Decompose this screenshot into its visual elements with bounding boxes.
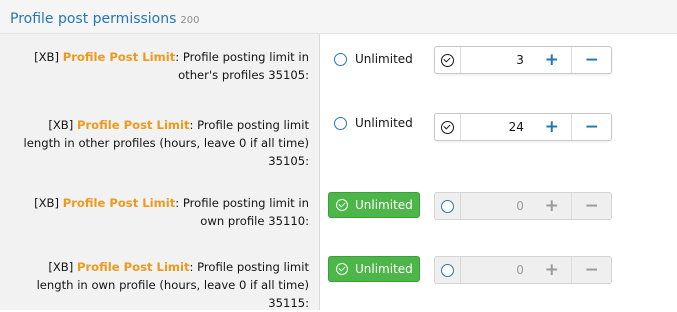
section-title: Profile post permissions [10,11,177,27]
permission-row: [XB] Profile Post Limit: Profile posting… [0,190,677,254]
permission-row: [XB] Profile Post Limit: Profile posting… [0,254,677,310]
unlimited-button[interactable]: Unlimited [328,192,420,218]
check-circle-icon [440,53,454,67]
limit-stepper: 24 + − [434,113,612,141]
unlimited-label: Unlimited [355,198,413,212]
check-circle-icon [440,120,454,134]
limit-input: 0 [460,257,532,283]
decrement-button: − [571,257,611,283]
label-text: : Profile posting limit in other's profi… [175,50,309,82]
limit-stepper: 3 + − [434,46,612,74]
limit-input[interactable]: 3 [461,47,532,73]
unlimited-button[interactable]: Unlimited [328,256,420,282]
limit-input: 0 [460,193,532,219]
permission-row: [XB] Profile Post Limit: Profile posting… [0,102,677,190]
label-text: : Profile posting limit in own profile 3… [175,196,309,228]
label-prefix: [XB] [48,118,77,132]
increment-button: + [544,196,559,216]
permission-rows: [XB] Profile Post Limit: Profile posting… [0,34,677,310]
increment-button: + [544,260,559,280]
label-prefix: [XB] [34,196,63,210]
permission-value: Unlimited 0 + − [320,254,677,310]
decrement-button[interactable]: − [571,114,611,140]
radio-icon [440,199,454,213]
decrement-button: − [571,193,611,219]
label-prefix: [XB] [34,50,63,64]
unlimited-radio[interactable]: Unlimited [334,116,413,130]
radio-icon [334,52,347,66]
permission-label: [XB] Profile Post Limit: Profile posting… [0,34,320,102]
check-circle-icon [336,199,348,211]
limit-stepper: 0 + − [434,256,612,284]
value-toggle[interactable] [435,193,461,219]
unlimited-radio[interactable]: Unlimited [334,52,413,66]
addon-name: Profile Post Limit [76,260,190,274]
radio-icon [440,263,454,277]
addon-name: Profile Post Limit [76,118,190,132]
section-header: Profile post permissions 200 [0,0,677,34]
decrement-button[interactable]: − [571,47,611,73]
check-circle-icon [336,263,348,275]
value-toggle[interactable] [435,47,461,73]
permission-value: Unlimited 0 + − [320,190,677,254]
increment-button[interactable]: + [532,47,572,73]
value-toggle[interactable] [435,257,461,283]
increment-button[interactable]: + [532,114,572,140]
limit-stepper: 0 + − [434,192,612,220]
radio-icon [334,116,347,130]
permission-label: [XB] Profile Post Limit: Profile posting… [0,102,320,190]
addon-name: Profile Post Limit [62,196,176,210]
permission-label: [XB] Profile Post Limit: Profile posting… [0,254,320,310]
section-count: 200 [180,15,200,26]
addon-name: Profile Post Limit [62,50,176,64]
permission-value: Unlimited 3 + − [320,34,677,102]
unlimited-label: Unlimited [355,116,413,130]
permission-label: [XB] Profile Post Limit: Profile posting… [0,190,320,254]
label-prefix: [XB] [48,260,77,274]
permission-value: Unlimited 24 + − [320,102,677,190]
unlimited-label: Unlimited [355,52,413,66]
unlimited-label: Unlimited [355,262,413,276]
limit-input[interactable]: 24 [461,114,532,140]
permission-row: [XB] Profile Post Limit: Profile posting… [0,34,677,102]
value-toggle[interactable] [435,114,461,140]
